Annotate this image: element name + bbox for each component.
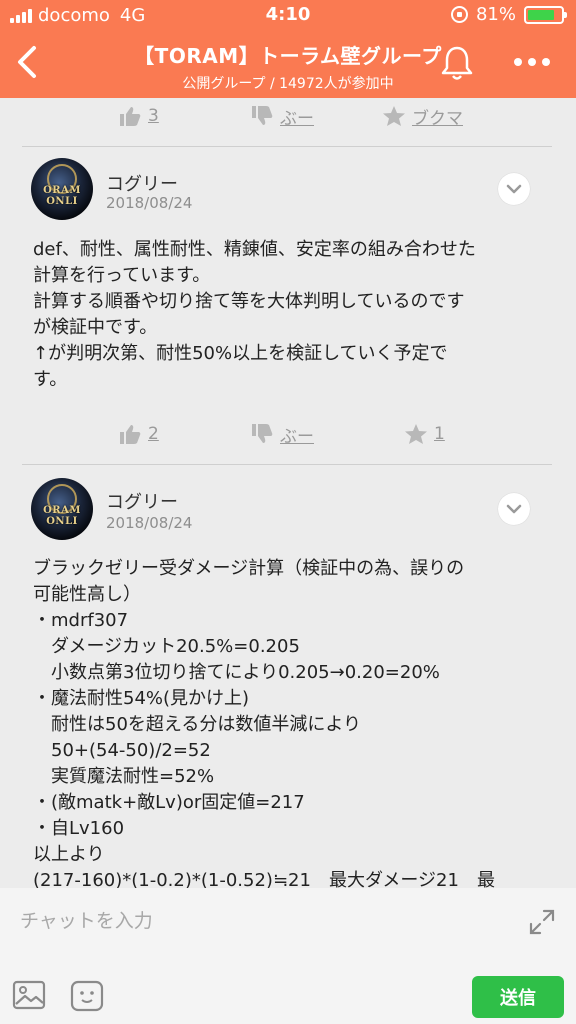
image-icon xyxy=(12,980,46,1010)
post-menu-button[interactable] xyxy=(498,493,530,525)
status-right: 81% xyxy=(450,4,567,25)
avatar[interactable]: ORAM ONLI xyxy=(31,158,93,220)
reaction-row: 3 ぶー ブクマ xyxy=(0,104,576,129)
chevron-down-icon xyxy=(506,184,522,194)
group-subtitle: 公開グループ / 14972人が参加中 xyxy=(182,76,394,92)
avatar-logo-text: ORAM ONLI xyxy=(43,185,81,207)
sticker-button[interactable] xyxy=(70,980,104,1012)
like-count: 3 xyxy=(148,106,159,126)
thumbs-down-icon xyxy=(252,106,273,125)
more-dots-icon xyxy=(514,58,522,66)
group-title: 【TORAM】トーラム壁グループ xyxy=(134,44,442,68)
image-button[interactable] xyxy=(12,980,46,1010)
battery-fill xyxy=(528,9,554,20)
boo-button[interactable]: ぶー xyxy=(250,104,314,129)
boo-label: ぶー xyxy=(280,426,314,447)
post-date: 2018/08/24 xyxy=(106,514,193,532)
expand-icon xyxy=(529,909,555,935)
app-header: docomo 4G 4:10 81% 【TORAM】トーラム壁グループ 公開グル… xyxy=(0,0,576,98)
avatar-logo-text: ORAM ONLI xyxy=(43,505,81,527)
post-body: ブラックゼリー受ダメージ計算（検証中の為、誤りの 可能性高し） ・mdrf307… xyxy=(33,558,495,888)
like-count: 2 xyxy=(148,424,159,444)
rotation-lock-icon xyxy=(450,6,468,23)
expand-button[interactable] xyxy=(528,908,556,936)
post-body: def、耐性、属性耐性、精錬値、安定率の組み合わせた 計算を行っています。 計算… xyxy=(33,239,476,390)
sticker-icon xyxy=(70,980,104,1012)
chevron-down-icon xyxy=(506,504,522,514)
bell-icon xyxy=(441,46,473,80)
thumbs-up-icon xyxy=(120,425,141,444)
bookmark-count: 1 xyxy=(434,424,445,444)
status-bar: docomo 4G 4:10 81% xyxy=(0,0,576,30)
post-date: 2018/08/24 xyxy=(106,194,193,212)
more-button[interactable] xyxy=(514,58,554,68)
chat-input[interactable]: チャットを入力 xyxy=(20,906,153,933)
send-button[interactable]: 送信 xyxy=(472,976,564,1018)
group-title-block[interactable]: 【TORAM】トーラム壁グループ 公開グループ / 14972人が参加中 xyxy=(0,40,576,93)
battery-icon xyxy=(524,5,567,24)
post-author[interactable]: コグリー xyxy=(106,488,178,514)
bookmark-button[interactable]: ブクマ xyxy=(382,104,463,129)
avatar[interactable]: ORAM ONLI xyxy=(31,478,93,540)
thumbs-down-icon xyxy=(252,424,273,443)
boo-button[interactable]: ぶー xyxy=(250,422,314,447)
post-menu-button[interactable] xyxy=(498,173,530,205)
like-button[interactable]: 2 xyxy=(118,423,159,445)
boo-label: ぶー xyxy=(280,108,314,129)
thumbs-up-icon xyxy=(120,107,141,126)
divider xyxy=(22,464,552,465)
divider xyxy=(22,146,552,147)
bookmark-button[interactable]: 1 xyxy=(404,423,445,445)
reaction-row: 2 ぶー 1 xyxy=(0,422,576,447)
like-button[interactable]: 3 xyxy=(118,105,159,127)
bookmark-label: ブクマ xyxy=(412,108,463,129)
notification-button[interactable] xyxy=(440,44,474,82)
star-icon xyxy=(405,424,427,444)
battery-percent: 81% xyxy=(475,4,516,25)
post-author[interactable]: コグリー xyxy=(106,170,178,196)
star-icon xyxy=(383,106,405,126)
